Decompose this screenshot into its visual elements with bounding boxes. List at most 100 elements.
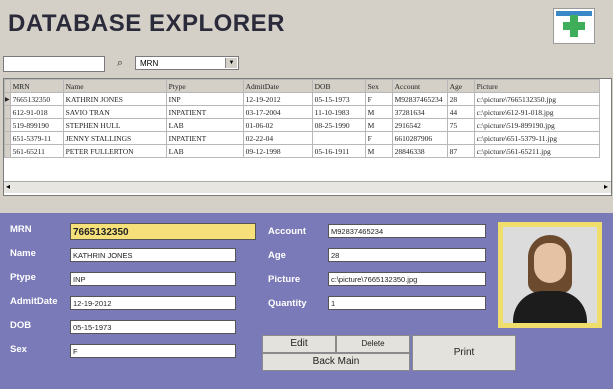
cell-dob: 11-10-1983 xyxy=(311,105,366,119)
label-quantity: Quantity xyxy=(268,298,307,309)
cell-account: 28846338 xyxy=(391,144,448,158)
label-name: Name xyxy=(10,248,36,259)
photo-background xyxy=(503,227,597,323)
cell-picture: c:\picture\7665132350.jpg xyxy=(473,92,600,106)
cell-dob: 08-25-1990 xyxy=(311,118,366,132)
cell-sex: F xyxy=(364,92,393,106)
cell-sex: M xyxy=(364,118,393,132)
table-row[interactable]: 612-91-018 SAVIO TRAN INPATIENT 03-17-20… xyxy=(4,105,600,119)
cell-ptype: INPATIENT xyxy=(165,105,244,119)
hospital-cross-icon xyxy=(553,8,595,44)
label-age: Age xyxy=(268,250,286,261)
col-header-admitdate[interactable]: AdmitDate xyxy=(242,79,313,93)
cell-name: KATHRIN JONES xyxy=(62,92,167,106)
print-button[interactable]: Print xyxy=(412,335,516,371)
cell-sex: M xyxy=(364,144,393,158)
search-icon[interactable]: ⌕ xyxy=(112,55,128,71)
records-grid[interactable]: MRN Name Ptype AdmitDate DOB Sex Account… xyxy=(3,78,612,196)
grid-header-row: MRN Name Ptype AdmitDate DOB Sex Account… xyxy=(4,79,600,93)
cell-name: JENNY STALLINGS xyxy=(62,131,167,145)
search-field-select[interactable]: MRN ▼ xyxy=(135,56,239,70)
col-header-account[interactable]: Account xyxy=(391,79,448,93)
label-sex: Sex xyxy=(10,344,27,355)
photo-body xyxy=(513,291,587,323)
cell-ptype: INPATIENT xyxy=(165,131,244,145)
logo-cross-horizontal xyxy=(563,22,585,30)
cell-name: PETER FULLERTON xyxy=(62,144,167,158)
scroll-left-icon[interactable]: ◂ xyxy=(6,182,10,191)
cell-admitdate: 02-22-04 xyxy=(242,131,313,145)
name-field[interactable]: KATHRIN JONES xyxy=(70,248,236,262)
cell-sex: F xyxy=(364,131,393,145)
col-header-mrn[interactable]: MRN xyxy=(9,79,64,93)
cell-ptype: INP xyxy=(165,92,244,106)
cell-dob: 05-16-1911 xyxy=(311,144,366,158)
table-row[interactable]: 519-899190 STEPHEN HULL LAB 01-06-02 08-… xyxy=(4,118,600,132)
chevron-down-icon[interactable]: ▼ xyxy=(225,58,237,68)
ptype-field[interactable]: INP xyxy=(70,272,236,286)
photo-face xyxy=(534,243,566,283)
col-header-age[interactable]: Age xyxy=(446,79,475,93)
cell-picture: c:\picture\519-899190.jpg xyxy=(473,118,600,132)
label-dob: DOB xyxy=(10,320,32,331)
sex-field[interactable]: F xyxy=(70,344,236,358)
col-header-name[interactable]: Name xyxy=(62,79,167,93)
cell-account: 37281634 xyxy=(391,105,448,119)
picture-path-field[interactable]: c:\picture\7665132350.jpg xyxy=(328,272,486,286)
cell-age xyxy=(446,131,475,145)
cell-age: 87 xyxy=(446,144,475,158)
cell-name: SAVIO TRAN xyxy=(62,105,167,119)
cell-mrn: 519-899190 xyxy=(9,118,64,132)
delete-button[interactable]: Delete xyxy=(336,335,410,353)
cell-account: M92837465234 xyxy=(391,92,448,106)
patient-photo xyxy=(498,222,602,328)
label-ptype: Ptype xyxy=(10,272,36,283)
cell-admitdate: 12-19-2012 xyxy=(242,92,313,106)
table-row[interactable]: 561-65211 PETER FULLERTON LAB 09-12-1998… xyxy=(4,144,600,158)
cell-picture: c:\picture\612-91-018.jpg xyxy=(473,105,600,119)
cell-age: 28 xyxy=(446,92,475,106)
horizontal-scrollbar[interactable]: ◂ ▸ xyxy=(4,181,611,193)
col-header-ptype[interactable]: Ptype xyxy=(165,79,244,93)
cell-mrn: 651-5379-11 xyxy=(9,131,64,145)
label-admitdate: AdmitDate xyxy=(10,296,58,307)
cell-mrn: 561-65211 xyxy=(9,144,64,158)
cell-admitdate: 03-17-2004 xyxy=(242,105,313,119)
table-row[interactable]: ▶ 7665132350 KATHRIN JONES INP 12-19-201… xyxy=(4,92,600,106)
cell-picture: c:\picture\651-5379-11.jpg xyxy=(473,131,600,145)
back-main-button[interactable]: Back Main xyxy=(262,353,410,371)
age-field[interactable]: 28 xyxy=(328,248,486,262)
cell-mrn: 612-91-018 xyxy=(9,105,64,119)
cell-name: STEPHEN HULL xyxy=(62,118,167,132)
cell-picture: c:\picture\561-65211.jpg xyxy=(473,144,600,158)
cell-dob xyxy=(311,131,366,145)
account-field[interactable]: M92837465234 xyxy=(328,224,486,238)
edit-button[interactable]: Edit xyxy=(262,335,336,353)
search-field-value: MRN xyxy=(140,59,159,68)
scroll-right-icon[interactable]: ▸ xyxy=(604,182,608,191)
cell-dob: 05-15-1973 xyxy=(311,92,366,106)
cell-age: 44 xyxy=(446,105,475,119)
cell-account: 2916542 xyxy=(391,118,448,132)
col-header-picture[interactable]: Picture xyxy=(473,79,600,93)
cell-sex: M xyxy=(364,105,393,119)
cell-age: 75 xyxy=(446,118,475,132)
app-title: DATABASE EXPLORER xyxy=(8,10,285,37)
cell-mrn: 7665132350 xyxy=(9,92,64,106)
table-row[interactable]: 651-5379-11 JENNY STALLINGS INPATIENT 02… xyxy=(4,131,600,145)
col-header-sex[interactable]: Sex xyxy=(364,79,393,93)
cell-admitdate: 01-06-02 xyxy=(242,118,313,132)
cell-admitdate: 09-12-1998 xyxy=(242,144,313,158)
label-mrn: MRN xyxy=(10,224,32,235)
cell-ptype: LAB xyxy=(165,118,244,132)
label-account: Account xyxy=(268,226,306,237)
label-picture: Picture xyxy=(268,274,301,285)
mrn-field[interactable]: 7665132350 xyxy=(70,223,256,240)
search-input[interactable] xyxy=(3,56,105,72)
dob-field[interactable]: 05-15-1973 xyxy=(70,320,236,334)
cell-ptype: LAB xyxy=(165,144,244,158)
quantity-field[interactable]: 1 xyxy=(328,296,486,310)
cell-account: 6610287906 xyxy=(391,131,448,145)
col-header-dob[interactable]: DOB xyxy=(311,79,366,93)
admitdate-field[interactable]: 12-19-2012 xyxy=(70,296,236,310)
